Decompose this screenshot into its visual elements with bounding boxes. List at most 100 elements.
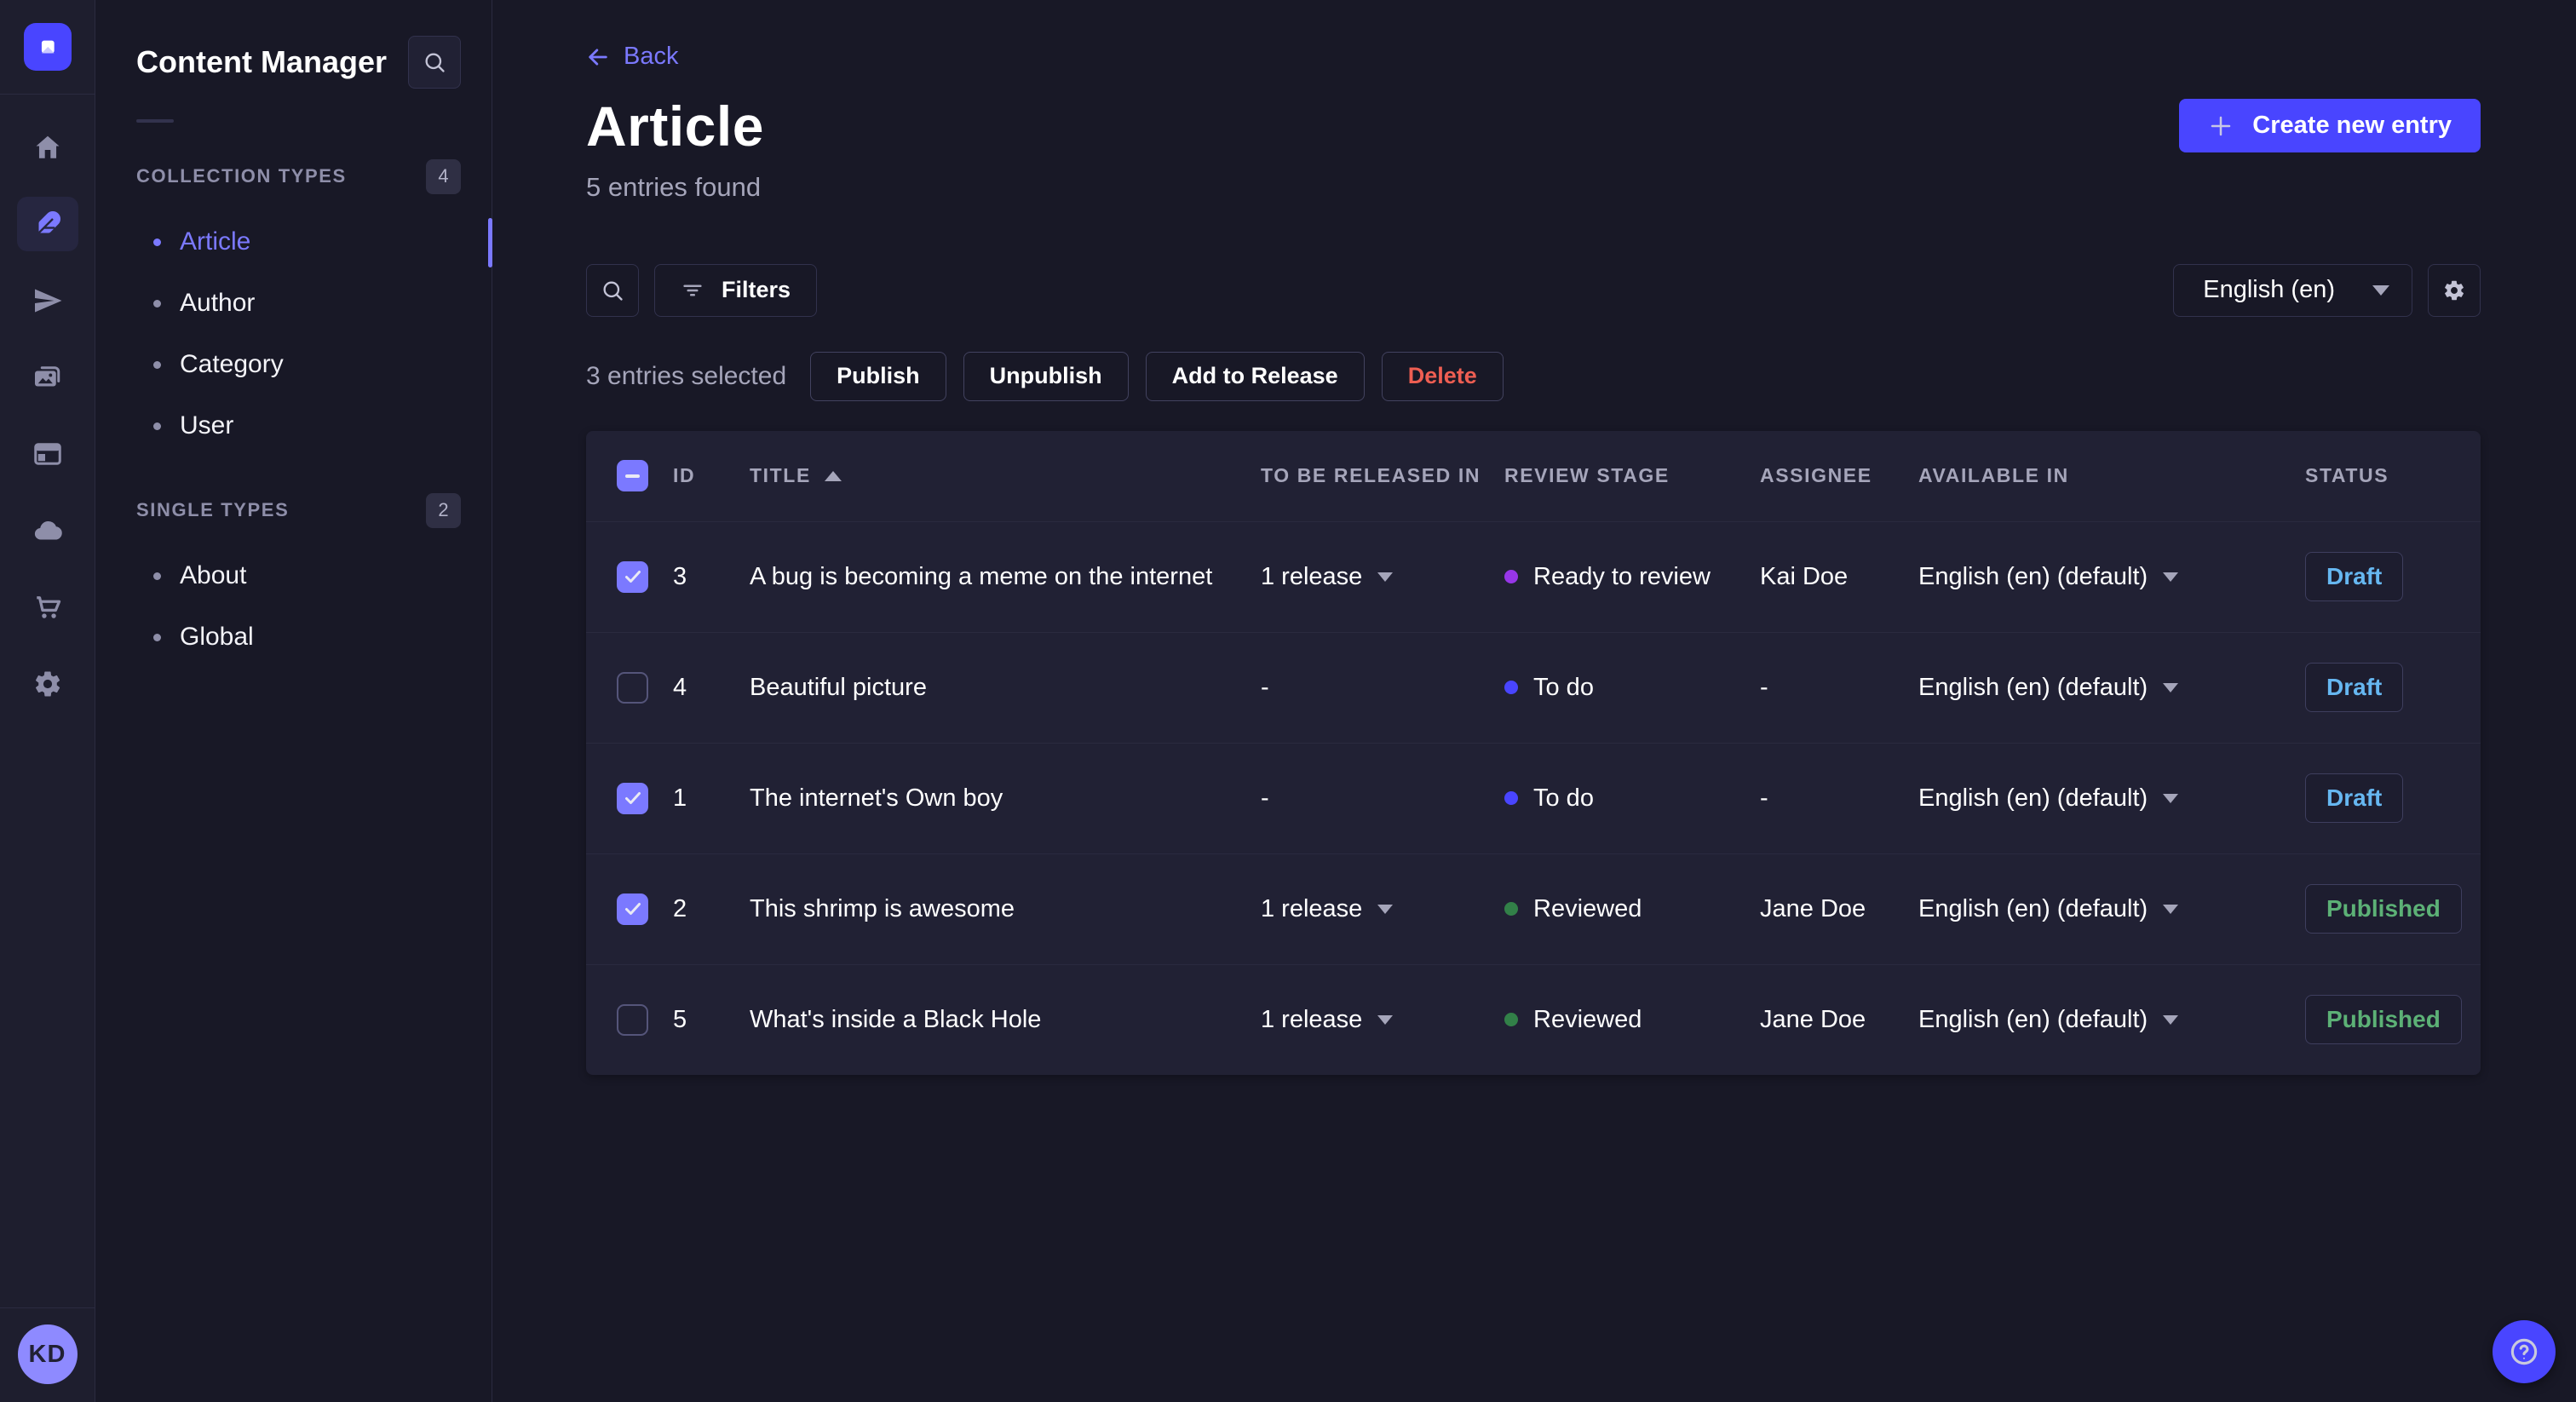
cart-marketplace-icon[interactable] <box>17 580 78 635</box>
status-badge: Published <box>2305 995 2462 1044</box>
locale-cell-dropdown[interactable]: English (en) (default) <box>1918 674 2293 702</box>
strapi-logo[interactable] <box>23 23 72 71</box>
locale-cell-dropdown[interactable]: English (en) (default) <box>1918 563 2293 591</box>
header-review-stage[interactable]: REVIEW STAGE <box>1504 464 1760 487</box>
cell-assignee: Kai Doe <box>1760 562 1849 590</box>
stage-dot-icon <box>1504 791 1518 805</box>
search-icon[interactable] <box>586 263 639 317</box>
bullet-icon <box>153 360 161 369</box>
chevron-down-icon <box>2163 904 2179 914</box>
cloud-icon[interactable] <box>17 503 78 558</box>
sidebar-item-category[interactable]: Category <box>95 334 492 395</box>
cell-review-stage: Reviewed <box>1504 1006 1760 1034</box>
header-id[interactable]: ID <box>673 464 750 487</box>
cell-title: Beautiful picture <box>750 673 927 701</box>
row-checkbox[interactable] <box>617 560 648 593</box>
search-icon[interactable] <box>408 36 461 89</box>
view-settings-gear-icon[interactable] <box>2428 263 2481 317</box>
release-dropdown[interactable]: 1 release <box>1261 1006 1504 1034</box>
cell-assignee: Jane Doe <box>1760 894 1866 922</box>
publish-button[interactable]: Publish <box>810 351 946 401</box>
chevron-down-icon <box>2163 1014 2179 1025</box>
header-available-in[interactable]: AVAILABLE IN <box>1918 464 2293 487</box>
table-row[interactable]: 5 What's inside a Black Hole 1 release R… <box>586 963 2481 1075</box>
cell-review-stage: Ready to review <box>1504 563 1760 591</box>
sidebar-title: Content Manager <box>136 44 388 79</box>
layout-builder-icon[interactable] <box>17 427 78 481</box>
cell-review-stage: Reviewed <box>1504 895 1760 923</box>
status-badge: Draft <box>2305 663 2404 712</box>
select-all-checkbox[interactable] <box>617 460 648 491</box>
user-avatar[interactable]: KD <box>17 1324 78 1384</box>
cell-id: 3 <box>673 562 687 590</box>
delete-button[interactable]: Delete <box>1381 351 1504 401</box>
content-manager-sidebar: Content Manager COLLECTION TYPES 4 Artic… <box>95 0 492 1402</box>
nav-rail: KD <box>0 0 95 1402</box>
row-checkbox[interactable] <box>617 782 648 814</box>
filter-lines-icon <box>683 284 702 296</box>
help-button[interactable] <box>2493 1320 2556 1383</box>
cell-title: The internet's Own boy <box>750 784 1003 812</box>
chevron-down-icon <box>1377 572 1394 582</box>
back-link[interactable]: Back <box>586 43 678 71</box>
question-circle-icon <box>2510 1338 2538 1365</box>
locale-cell-dropdown[interactable]: English (en) (default) <box>1918 784 2293 813</box>
single-types-count: 2 <box>426 492 461 528</box>
locale-dropdown[interactable]: English (en) <box>2173 263 2412 317</box>
header-to-be-released-in[interactable]: TO BE RELEASED IN <box>1261 464 1504 487</box>
strapi-logo-glyph <box>41 40 55 54</box>
collection-types-label: COLLECTION TYPES <box>136 165 347 187</box>
release-dropdown[interactable]: 1 release <box>1261 895 1504 923</box>
sidebar-item-user[interactable]: User <box>95 395 492 457</box>
cell-id: 1 <box>673 784 687 812</box>
chevron-down-icon <box>1377 904 1394 914</box>
status-badge: Draft <box>2305 552 2404 601</box>
chevron-down-icon <box>2163 682 2179 692</box>
row-checkbox[interactable] <box>617 671 648 704</box>
cell-review-stage: To do <box>1504 784 1760 813</box>
main-content: Back Article 5 entries found Create new … <box>492 0 2576 1402</box>
media-images-icon[interactable] <box>17 350 78 405</box>
unpublish-button[interactable]: Unpublish <box>963 351 1129 401</box>
stage-dot-icon <box>1504 902 1518 916</box>
table-row[interactable]: 3 A bug is becoming a meme on the intern… <box>586 520 2481 632</box>
cell-release: - <box>1261 673 1269 701</box>
list-toolbar: Filters English (en) <box>586 263 2481 317</box>
status-badge: Published <box>2305 884 2462 934</box>
sort-ascending-icon[interactable] <box>824 470 842 481</box>
stage-dot-icon <box>1504 1013 1518 1026</box>
table-row[interactable]: 1 The internet's Own boy - To do - Engli… <box>586 742 2481 853</box>
home-icon[interactable] <box>17 120 78 175</box>
row-checkbox[interactable] <box>617 1003 648 1036</box>
header-assignee[interactable]: ASSIGNEE <box>1760 464 1918 487</box>
table-row[interactable]: 2 This shrimp is awesome 1 release Revie… <box>586 853 2481 964</box>
row-checkbox[interactable] <box>617 893 648 925</box>
filters-button[interactable]: Filters <box>654 263 818 317</box>
locale-cell-dropdown[interactable]: English (en) (default) <box>1918 1006 2293 1034</box>
table-row[interactable]: 4 Beautiful picture - To do - English (e… <box>586 631 2481 743</box>
chevron-down-icon <box>2372 284 2389 296</box>
sidebar-divider <box>136 119 174 123</box>
header-title[interactable]: TITLE <box>750 464 811 487</box>
cell-title: What's inside a Black Hole <box>750 1005 1042 1033</box>
create-new-entry-button[interactable]: Create new entry <box>2179 99 2481 152</box>
feather-content-icon[interactable] <box>16 197 78 251</box>
add-to-release-button[interactable]: Add to Release <box>1145 351 1365 401</box>
paper-plane-icon[interactable] <box>17 273 78 328</box>
sidebar-item-about[interactable]: About <box>95 545 492 606</box>
arrow-left-icon <box>589 48 607 66</box>
bullet-icon <box>153 572 161 580</box>
header-status[interactable]: STATUS <box>2293 464 2481 487</box>
gear-settings-icon[interactable] <box>17 657 78 711</box>
sidebar-item-article[interactable]: Article <box>95 211 492 273</box>
cell-title: This shrimp is awesome <box>750 894 1015 922</box>
sidebar-item-author[interactable]: Author <box>95 273 492 334</box>
sidebar-item-global[interactable]: Global <box>95 606 492 668</box>
rail-bottom: KD <box>0 1307 95 1402</box>
entries-selected-text: 3 entries selected <box>586 361 787 390</box>
locale-cell-dropdown[interactable]: English (en) (default) <box>1918 895 2293 923</box>
cell-id: 2 <box>673 894 687 922</box>
release-dropdown[interactable]: 1 release <box>1261 563 1504 591</box>
bullet-icon <box>153 422 161 430</box>
cell-id: 4 <box>673 673 687 701</box>
